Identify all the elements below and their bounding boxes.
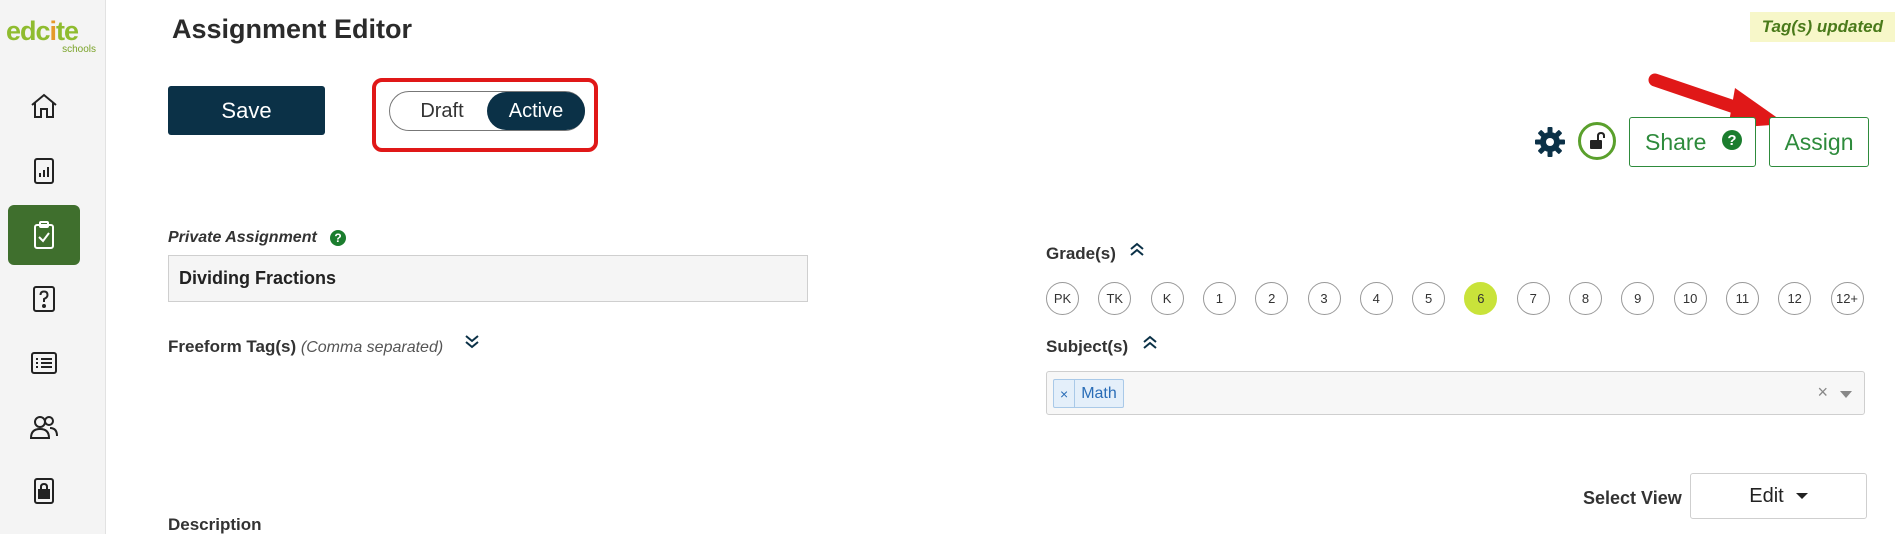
select-view-label: Select View bbox=[1583, 488, 1682, 508]
help-icon[interactable]: ? bbox=[330, 230, 346, 246]
grade-option[interactable]: 5 bbox=[1412, 282, 1446, 315]
chevron-up-icon[interactable] bbox=[1128, 240, 1146, 258]
grade-option[interactable]: 12+ bbox=[1830, 282, 1864, 315]
subject-chip-label: Math bbox=[1081, 384, 1117, 402]
assign-button[interactable]: Assign bbox=[1769, 117, 1869, 167]
remove-subject-button[interactable]: × bbox=[1054, 380, 1076, 407]
toggle-draft[interactable]: Draft bbox=[404, 92, 480, 130]
sidebar-item-reports[interactable] bbox=[8, 141, 80, 201]
lock-icon bbox=[34, 478, 54, 504]
freeform-tags-label: Freeform Tag(s) (Comma separated) bbox=[168, 337, 444, 356]
unlock-button[interactable] bbox=[1578, 122, 1616, 160]
view-dropdown[interactable]: Edit bbox=[1690, 473, 1867, 519]
report-icon bbox=[34, 158, 54, 184]
list-icon bbox=[31, 352, 57, 374]
grade-option[interactable]: 7 bbox=[1516, 282, 1550, 315]
page-title: Assignment Editor bbox=[172, 14, 413, 44]
description-label: Description bbox=[168, 515, 262, 534]
gear-icon[interactable] bbox=[1534, 126, 1566, 158]
grade-option[interactable]: 9 bbox=[1621, 282, 1655, 315]
grade-option[interactable]: 12 bbox=[1778, 282, 1812, 315]
toggle-active[interactable]: Active bbox=[487, 92, 585, 130]
dropdown-arrow-icon[interactable] bbox=[1840, 391, 1852, 398]
grade-option[interactable]: 11 bbox=[1725, 282, 1759, 315]
home-icon bbox=[31, 93, 57, 118]
status-toast: Tag(s) updated bbox=[1749, 12, 1895, 42]
grade-option[interactable]: 3 bbox=[1307, 282, 1341, 315]
status-toggle[interactable]: Draft Active bbox=[389, 91, 585, 131]
grade-option[interactable]: 6 bbox=[1464, 282, 1498, 315]
sidebar: edcite schools bbox=[0, 0, 106, 534]
sidebar-item-questions[interactable] bbox=[8, 269, 80, 329]
assignment-name-input[interactable] bbox=[168, 255, 808, 302]
chevron-up-icon[interactable] bbox=[1141, 333, 1159, 351]
private-assignment-label: Private Assignment bbox=[168, 229, 317, 246]
grade-option[interactable]: TK bbox=[1098, 282, 1132, 315]
clipboard-check-icon bbox=[34, 221, 54, 249]
users-icon bbox=[29, 416, 58, 439]
share-button[interactable]: Share ? bbox=[1629, 117, 1756, 167]
edcite-logo[interactable]: edcite schools bbox=[6, 14, 96, 58]
unlock-icon bbox=[1590, 131, 1605, 149]
sidebar-item-lists[interactable] bbox=[8, 333, 80, 393]
clear-icon[interactable]: × bbox=[1817, 382, 1828, 403]
grade-option[interactable]: 2 bbox=[1255, 282, 1289, 315]
view-dropdown-value: Edit bbox=[1749, 484, 1784, 507]
sidebar-item-home[interactable] bbox=[8, 76, 80, 136]
grade-option[interactable]: 10 bbox=[1673, 282, 1707, 315]
question-icon bbox=[33, 286, 55, 312]
grade-option[interactable]: PK bbox=[1046, 282, 1079, 315]
grade-option[interactable]: 1 bbox=[1202, 282, 1236, 315]
caret-down-icon bbox=[1795, 493, 1808, 499]
subjects-label: Subject(s) bbox=[1046, 337, 1129, 356]
chevron-down-icon[interactable] bbox=[463, 333, 481, 351]
subjects-select[interactable]: × Math × bbox=[1046, 371, 1865, 415]
save-button[interactable]: Save bbox=[168, 86, 325, 135]
subject-chip: × Math bbox=[1053, 379, 1124, 408]
grades-label: Grade(s) bbox=[1046, 244, 1116, 263]
sidebar-item-users[interactable] bbox=[8, 397, 80, 457]
grade-option[interactable]: K bbox=[1150, 282, 1184, 315]
sidebar-item-lock[interactable] bbox=[8, 461, 80, 521]
help-icon[interactable]: ? bbox=[1722, 130, 1742, 150]
share-label: Share bbox=[1645, 128, 1707, 155]
grade-option[interactable]: 4 bbox=[1359, 282, 1393, 315]
sidebar-item-assignments[interactable] bbox=[8, 205, 80, 265]
grade-option[interactable]: 8 bbox=[1569, 282, 1602, 315]
